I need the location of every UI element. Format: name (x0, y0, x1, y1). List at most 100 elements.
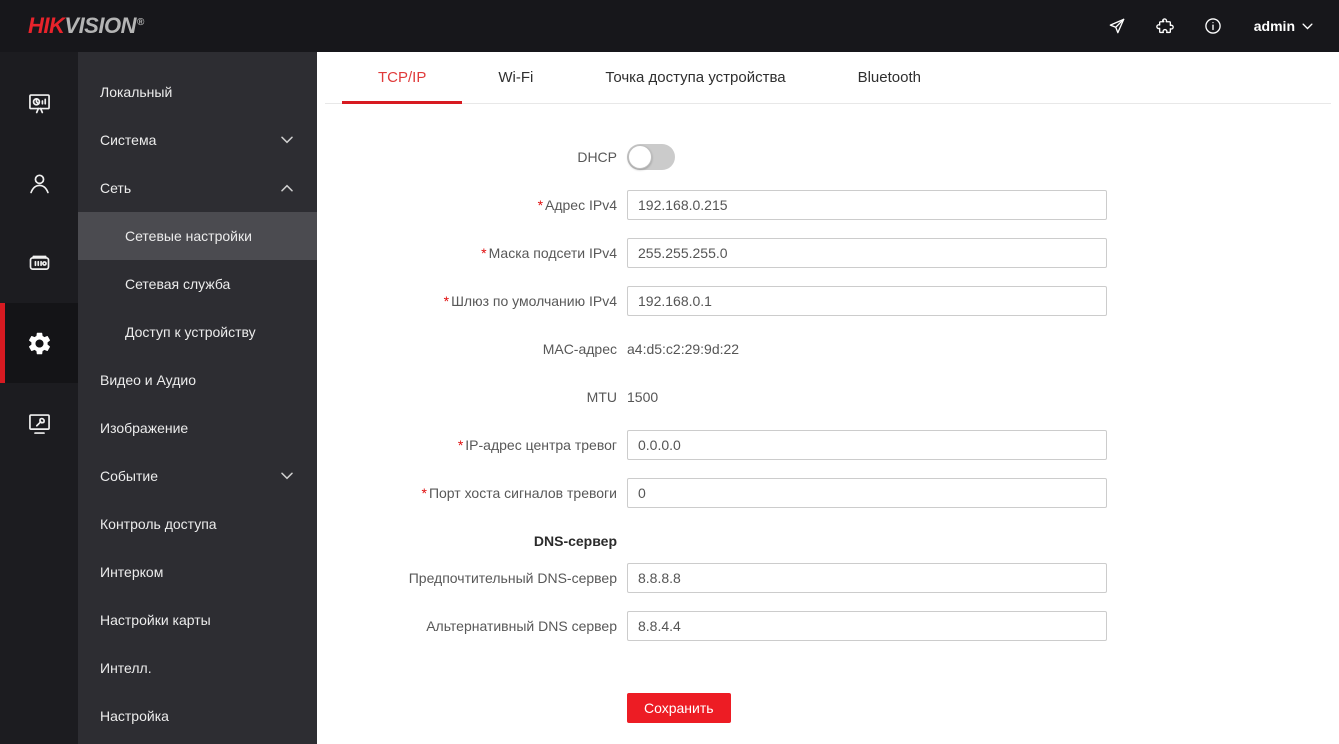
required-marker: * (443, 293, 450, 309)
toggle-knob (628, 145, 652, 169)
alarm-host-ip-row: * IP-адрес центра тревог (337, 430, 1339, 460)
hikvision-logo: HIKVISION® (28, 13, 144, 39)
tab-bluetooth[interactable]: Bluetooth (822, 52, 957, 103)
send-icon[interactable] (1106, 15, 1128, 37)
alarm-host-port-row: * Порт хоста сигналов тревоги (337, 478, 1339, 508)
sidebar-item-settings[interactable]: Настройка (78, 692, 317, 740)
ipv4-mask-input[interactable] (627, 238, 1107, 268)
sidebar-item-label: Настройки карты (100, 612, 211, 628)
chevron-up-icon (281, 184, 293, 192)
logo-hik: HIK (28, 13, 65, 38)
ipv4-gateway-label: * Шлюз по умолчанию IPv4 (443, 293, 617, 309)
chevron-down-icon (1302, 22, 1313, 29)
sidebar-item-label: Изображение (100, 420, 189, 436)
dhcp-row: DHCP (337, 142, 1339, 172)
chevron-down-icon (281, 136, 293, 144)
ipv4-gateway-input[interactable] (627, 286, 1107, 316)
required-marker: * (457, 437, 464, 453)
access-terminal-icon (29, 255, 49, 270)
topbar: HIKVISION® admin (0, 0, 1339, 52)
tab-bar: TCP/IP Wi-Fi Точка доступа устройства Bl… (325, 52, 1331, 104)
sidebar-item-image[interactable]: Изображение (78, 404, 317, 452)
topbar-actions: admin (1106, 15, 1313, 37)
alarm-host-ip-input[interactable] (627, 430, 1107, 460)
plugin-icon[interactable] (1154, 15, 1176, 37)
sidebar-item-label: Система (100, 132, 157, 148)
sidebar-menu: Локальный Система Сеть Сетевые настройки… (78, 52, 317, 744)
rail-item-access-terminal[interactable] (0, 223, 78, 303)
sidebar-item-label: Сетевая служба (125, 276, 231, 292)
mtu-label: MTU (586, 389, 617, 405)
ipv4-gateway-row: * Шлюз по умолчанию IPv4 (337, 286, 1339, 316)
ipv4-address-label: * Адрес IPv4 (537, 197, 617, 213)
ipv4-address-row: * Адрес IPv4 (337, 190, 1339, 220)
sidebar-item-label: Локальный (100, 84, 173, 100)
ipv4-address-input[interactable] (627, 190, 1107, 220)
rail-item-user[interactable] (0, 143, 78, 223)
sidebar-item-event[interactable]: Событие (78, 452, 317, 500)
alarm-host-ip-label: * IP-адрес центра тревог (457, 437, 617, 453)
preferred-dns-label: Предпочтительный DNS-сервер (408, 570, 617, 586)
dhcp-label: DHCP (577, 149, 617, 165)
dns-server-heading-row: DNS-сервер (337, 526, 1339, 556)
required-marker: * (481, 245, 487, 261)
sidebar-item-label: Настройка (100, 708, 169, 724)
sidebar-item-intelligent[interactable]: Интелл. (78, 644, 317, 692)
sidebar-item-network-settings[interactable]: Сетевые настройки (78, 212, 317, 260)
rail-item-maintenance[interactable] (0, 383, 78, 463)
chevron-down-icon (281, 472, 293, 480)
sidebar-item-local[interactable]: Локальный (78, 68, 317, 116)
rail-item-dashboard[interactable] (0, 63, 78, 143)
sidebar-item-video-audio[interactable]: Видео и Аудио (78, 356, 317, 404)
preferred-dns-row: Предпочтительный DNS-сервер (337, 563, 1339, 593)
alternate-dns-row: Альтернативный DNS сервер (337, 611, 1339, 641)
username: admin (1253, 18, 1295, 34)
tab-device-hotspot[interactable]: Точка доступа устройства (569, 52, 821, 103)
ipv4-mask-label: * Маска подсети IPv4 (481, 245, 617, 261)
sidebar-item-device-access[interactable]: Доступ к устройству (78, 308, 317, 356)
mac-address-value: a4:d5:c2:29:9d:22 (627, 341, 740, 357)
sidebar-item-intercom[interactable]: Интерком (78, 548, 317, 596)
tab-tcpip[interactable]: TCP/IP (342, 52, 463, 104)
sidebar-item-network-service[interactable]: Сетевая служба (78, 260, 317, 308)
mtu-value: 1500 (627, 389, 659, 405)
tab-wifi[interactable]: Wi-Fi (462, 52, 569, 103)
save-button[interactable]: Сохранить (627, 693, 731, 723)
sidebar-item-access-control[interactable]: Контроль доступа (78, 500, 317, 548)
sidebar-item-system[interactable]: Система (78, 116, 317, 164)
dns-server-heading: DNS-сервер (533, 533, 617, 549)
required-marker: * (537, 197, 544, 213)
alternate-dns-label: Альтернативный DNS сервер (426, 618, 617, 634)
sidebar-item-label: Видео и Аудио (100, 372, 196, 388)
sidebar-item-label: Интелл. (100, 660, 152, 676)
dashboard-icon (28, 93, 50, 113)
maintenance-icon (28, 413, 50, 434)
preferred-dns-input[interactable] (627, 563, 1107, 593)
sidebar-item-label: Сетевые настройки (125, 228, 252, 244)
ipv4-mask-row: * Маска подсети IPv4 (337, 238, 1339, 268)
mac-address-row: MAC-адрес a4:d5:c2:29:9d:22 (337, 334, 1339, 364)
alarm-host-port-label: * Порт хоста сигналов тревоги (421, 485, 617, 501)
info-icon[interactable] (1202, 15, 1224, 37)
sidebar-item-label: Событие (100, 468, 158, 484)
rail-item-configuration[interactable] (0, 303, 78, 383)
icon-rail (0, 52, 78, 744)
sidebar-item-card-settings[interactable]: Настройки карты (78, 596, 317, 644)
sidebar-item-network[interactable]: Сеть (78, 164, 317, 212)
alarm-host-port-input[interactable] (627, 478, 1107, 508)
main-content: TCP/IP Wi-Fi Точка доступа устройства Bl… (317, 52, 1339, 744)
logo-registered-mark: ® (136, 16, 144, 28)
user-menu[interactable]: admin (1254, 18, 1313, 34)
required-marker: * (421, 485, 427, 501)
alternate-dns-input[interactable] (627, 611, 1107, 641)
logo-vision: VISION (64, 13, 136, 38)
sidebar-item-label: Контроль доступа (100, 516, 217, 532)
tcpip-form: DHCP *Адрес IPv4 *Маска подсети IPv4 *Шл… (317, 104, 1339, 723)
user-icon (29, 173, 49, 193)
mtu-row: MTU 1500 (337, 382, 1339, 412)
gear-icon (28, 332, 50, 354)
sidebar-item-label: Доступ к устройству (125, 324, 256, 340)
dhcp-toggle[interactable] (627, 144, 675, 170)
save-row: Сохранить (337, 693, 1339, 723)
sidebar-item-label: Сеть (100, 180, 132, 196)
